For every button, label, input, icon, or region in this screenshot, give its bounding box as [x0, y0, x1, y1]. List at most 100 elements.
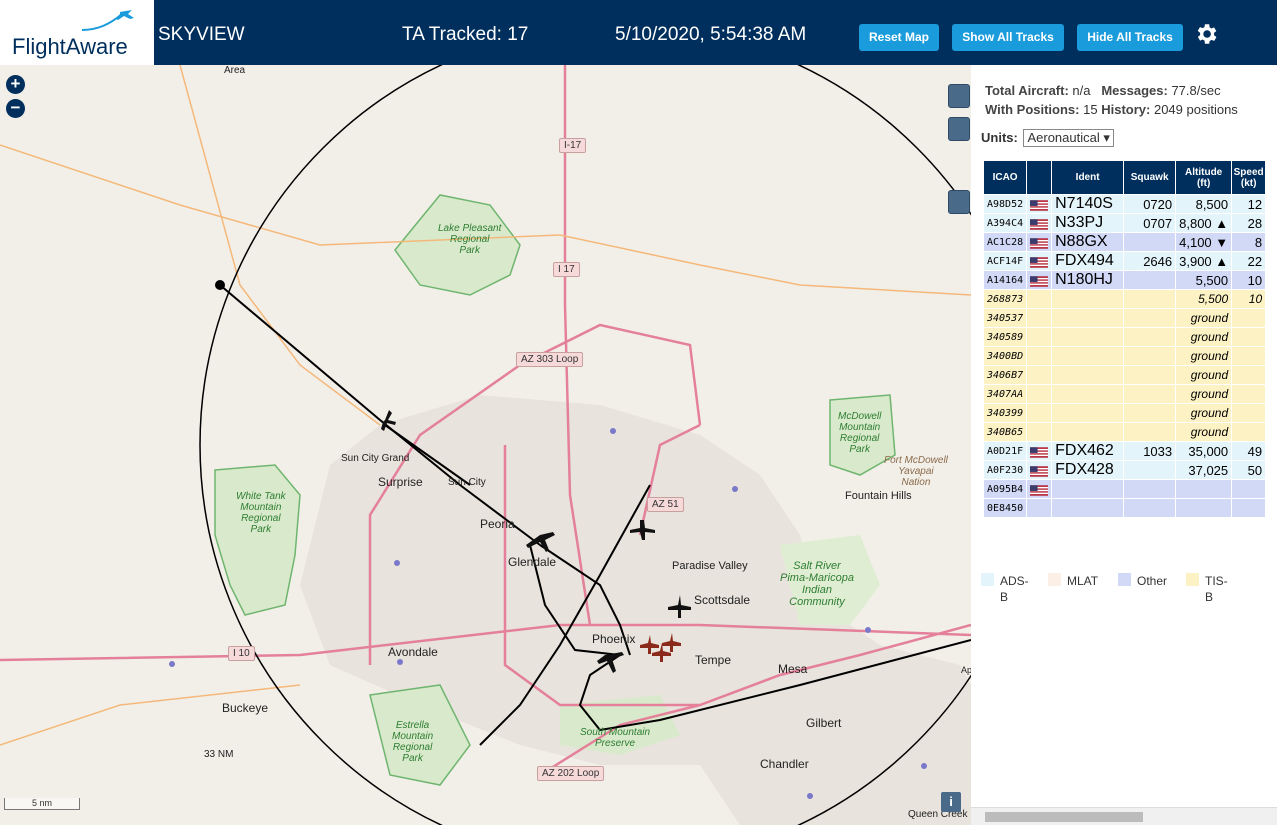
cell-ident: FDX428	[1051, 460, 1125, 480]
park-mcdowell-text: McDowell Mountain Regional Park	[838, 411, 882, 455]
table-row[interactable]: ACF14F FDX494 2646 3,900 ▲ 22	[982, 251, 1267, 271]
road-shield-az51: AZ 51	[647, 497, 684, 512]
table-header: ICAO Ident Squawk Altitude (ft) Speed (kt)	[982, 160, 1267, 195]
table-row[interactable]: A0F230 FDX428 37,025 50	[982, 460, 1267, 480]
tracked-count: TA Tracked: 17	[402, 24, 529, 45]
col-altitude-unit: (ft)	[1196, 177, 1211, 189]
cell-flag	[1026, 346, 1053, 366]
cell-icao: A0F230	[982, 460, 1028, 480]
flightaware-logo[interactable]: FlightAware	[0, 0, 154, 65]
columns-icon[interactable]	[948, 190, 970, 214]
legend-other-label: Other	[1137, 574, 1168, 588]
table-row[interactable]: 3407AA ground	[982, 384, 1267, 404]
gear-icon[interactable]	[1193, 21, 1219, 47]
table-row[interactable]: A14164 N180HJ 5,500 10	[982, 270, 1267, 290]
map-canvas[interactable]	[0, 65, 971, 825]
us-flag-icon	[1030, 218, 1049, 230]
cell-ident	[1051, 384, 1125, 404]
road-shield-i17-top: I-17	[559, 138, 587, 153]
table-row[interactable]: 268873 5,500 10	[982, 289, 1267, 309]
table-row[interactable]: 340B65 ground	[982, 422, 1267, 442]
place-peoria: Peoria	[480, 517, 515, 531]
col-speed[interactable]: Speed (kt)	[1231, 160, 1267, 195]
table-row[interactable]: AC1C28 N88GX 4,100 ▼ 8	[982, 232, 1267, 252]
map-layer-icon[interactable]	[948, 84, 970, 108]
road-shield-az303: AZ 303 Loop	[516, 352, 584, 367]
info-button[interactable]: i	[941, 792, 961, 812]
cell-ident: FDX462	[1051, 441, 1125, 461]
park-fort-mcdowell-text: Fort McDowell Yavapai Nation	[884, 455, 948, 488]
park-mcdowell: McDowell Mountain Regional Park	[838, 411, 881, 455]
units-row: Units: Aeronautical ▾	[981, 129, 1114, 147]
park-fort-mcdowell: Fort McDowell Yavapai Nation	[884, 455, 948, 488]
units-select[interactable]: Aeronautical ▾	[1023, 129, 1114, 147]
cell-squawk	[1123, 498, 1177, 518]
reset-map-button[interactable]: Reset Map	[859, 24, 939, 51]
map-view[interactable]: + − Area Sun City Grand Surprise Sun Cit…	[0, 65, 971, 825]
cell-squawk: 1033	[1123, 441, 1177, 461]
cell-flag	[1026, 213, 1053, 233]
cell-speed	[1231, 327, 1267, 347]
cell-altitude	[1175, 479, 1233, 499]
cell-flag	[1026, 403, 1053, 423]
cell-squawk	[1123, 460, 1177, 480]
cell-icao: A0D21F	[982, 441, 1028, 461]
table-row[interactable]: 3400BD ground	[982, 346, 1267, 366]
place-gilbert: Gilbert	[806, 716, 842, 730]
receiver-marker	[215, 280, 225, 290]
place-sun-city-grand: Sun City Grand	[341, 453, 410, 464]
scrollbar-thumb[interactable]	[985, 812, 1143, 822]
table-row[interactable]: 3406B7 ground	[982, 365, 1267, 385]
col-squawk[interactable]: Squawk	[1123, 160, 1177, 195]
cell-speed: 10	[1231, 270, 1267, 290]
zoom-in-button[interactable]: +	[6, 75, 25, 94]
place-paradise-valley: Paradise Valley	[672, 560, 748, 572]
cell-squawk	[1123, 232, 1177, 252]
cell-squawk	[1123, 308, 1177, 328]
cell-altitude: 4,100 ▼	[1175, 232, 1233, 252]
cell-flag	[1026, 422, 1053, 442]
cell-squawk	[1123, 422, 1177, 442]
table-row[interactable]: A095B4	[982, 479, 1267, 499]
place-surprise: Surprise	[378, 475, 423, 489]
hide-all-tracks-button[interactable]: Hide All Tracks	[1077, 24, 1183, 51]
park-south-mountain: South Mountain Preserve	[580, 727, 650, 749]
cell-flag	[1026, 460, 1053, 480]
col-flag[interactable]	[1026, 160, 1053, 195]
range-ring-label: 33 NM	[204, 749, 234, 760]
col-ident[interactable]: Ident	[1051, 160, 1125, 195]
table-row[interactable]: 340537 ground	[982, 308, 1267, 328]
cell-icao: A14164	[982, 270, 1028, 290]
cell-squawk	[1123, 365, 1177, 385]
cell-ident: N88GX	[1051, 232, 1125, 252]
table-row[interactable]: 340589 ground	[982, 327, 1267, 347]
cell-ident	[1051, 327, 1125, 347]
road-shield-i10: I 10	[228, 646, 255, 661]
col-icao[interactable]: ICAO	[982, 160, 1028, 195]
zoom-out-button[interactable]: −	[6, 99, 25, 118]
table-row[interactable]: A0D21F FDX462 1033 35,000 49	[982, 441, 1267, 461]
cell-squawk	[1123, 289, 1177, 309]
stats-row-1: Total Aircraft: n/a Messages: 77.8/sec	[985, 81, 1238, 100]
legend-mlat-label: MLAT	[1067, 574, 1099, 588]
horizontal-scrollbar[interactable]	[971, 807, 1277, 825]
table-row[interactable]: 340399 ground	[982, 403, 1267, 423]
park-estrella: Estrella Mountain Regional Park	[392, 720, 433, 764]
show-all-tracks-button[interactable]: Show All Tracks	[952, 24, 1064, 51]
cell-ident: FDX494	[1051, 251, 1125, 271]
aircraft-rows: A98D52 N7140S 0720 8,500 12 A394C4 N33PJ 0707 8,…	[982, 194, 1267, 518]
table-row[interactable]: A394C4 N33PJ 0707 8,800 ▲ 28	[982, 213, 1267, 233]
col-altitude[interactable]: Altitude (ft)	[1175, 160, 1233, 195]
place-sun-city: Sun City	[448, 477, 486, 488]
cell-flag	[1026, 327, 1053, 347]
cell-ident	[1051, 308, 1125, 328]
cell-speed	[1231, 403, 1267, 423]
cell-ident	[1051, 422, 1125, 442]
cell-squawk	[1123, 270, 1177, 290]
cell-icao: A394C4	[982, 213, 1028, 233]
table-row[interactable]: A98D52 N7140S 0720 8,500 12	[982, 194, 1267, 214]
grid-icon[interactable]	[948, 117, 970, 141]
table-row[interactable]: 0E8450	[982, 498, 1267, 518]
cell-flag	[1026, 308, 1053, 328]
cell-flag	[1026, 194, 1053, 214]
